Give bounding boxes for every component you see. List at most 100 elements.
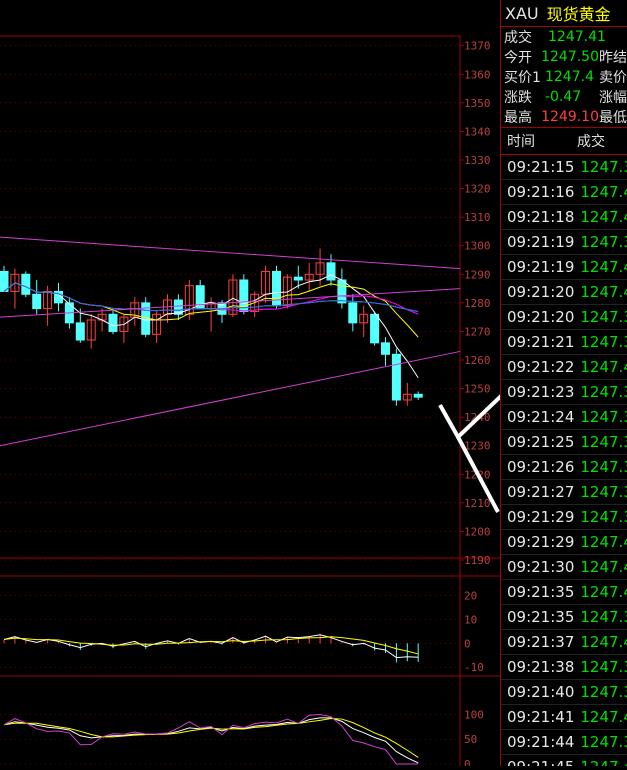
candle-body [370, 313, 380, 344]
ticks-header-time: 时间 [507, 134, 535, 150]
y-tick-label: 1270 [464, 325, 491, 338]
quote-label-secondary: 最低 [599, 110, 627, 126]
tick-row[interactable]: 09:21:22 1247.4 [501, 355, 627, 380]
y-tick-label: 1250 [464, 383, 491, 396]
tick-price: 1247.4 [580, 358, 627, 376]
tick-time: 09:21:22 [507, 358, 575, 376]
kdj-j-line [3, 713, 419, 765]
tick-row[interactable]: 09:21:40 1247.3 [501, 680, 627, 705]
chart-area[interactable]: 1370 1360 1350 1340 1330 1320 1310 1300 1290 1280… [0, 0, 522, 770]
quote-row: 今开 1247.50 昨结 [501, 47, 627, 67]
tick-row[interactable]: 09:21:21 1247.3 [501, 330, 627, 355]
y-tick-label: 1290 [464, 268, 491, 281]
candle-body [293, 276, 303, 281]
tick-time: 09:21:25 [507, 433, 575, 451]
tick-time: 09:21:29 [507, 533, 575, 551]
tick-row[interactable]: 09:21:44 1247.3 [501, 730, 627, 755]
tick-time: 09:21:20 [507, 283, 575, 301]
tick-row[interactable]: 09:21:20 1247.4 [501, 280, 627, 305]
ticks-header: 时间 成交 [501, 127, 627, 155]
tick-row[interactable]: 09:21:29 1247.4 [501, 530, 627, 555]
tick-row[interactable]: 09:21:25 1247.3 [501, 430, 627, 455]
tick-price: 1247.3 [580, 408, 627, 426]
tick-list[interactable]: 09:21:15 1247.3 09:21:16 1247.4 09:21:18 1247… [501, 155, 627, 766]
y-tick-label: 100 [464, 708, 484, 721]
tick-time: 09:21:18 [507, 208, 575, 226]
tick-time: 09:21:23 [507, 383, 575, 401]
y-tick-label: 1340 [464, 125, 491, 138]
tick-time: 09:21:37 [507, 633, 575, 651]
tick-row[interactable]: 09:21:35 1247.4 [501, 580, 627, 605]
tick-time: 09:21:24 [507, 408, 575, 426]
y-tick-label: 0 [464, 758, 471, 766]
tick-price: 1247.3 [580, 658, 627, 676]
kdj-d-line [3, 717, 419, 758]
quote-row: 成交 1247.41 [501, 27, 627, 47]
tick-price: 1247.3 [580, 483, 627, 501]
tick-price: 1247.4 [580, 208, 627, 226]
macd-dif-line [3, 634, 419, 659]
tick-time: 09:21:30 [507, 558, 575, 576]
y-tick-label: -10 [464, 661, 484, 674]
candle-body [75, 322, 85, 341]
tick-time: 09:21:21 [507, 333, 575, 351]
kdj-k-line [3, 717, 419, 764]
tick-price: 1247.4 [580, 633, 627, 651]
tick-time: 09:21:35 [507, 608, 575, 626]
tick-price: 1247.4 [580, 258, 627, 276]
candle-body [348, 302, 358, 324]
tick-price: 1247.3 [580, 333, 627, 351]
y-tick-label: 1370 [464, 40, 491, 53]
trendline [0, 350, 461, 447]
quote-label: 涨跌 [504, 90, 532, 106]
tick-price: 1247.4 [580, 583, 627, 601]
tick-price: 1247.4 [580, 183, 627, 201]
tick-price: 1247.4 [580, 533, 627, 551]
y-tick-label: 1330 [464, 154, 491, 167]
tick-price: 1247.3 [580, 433, 627, 451]
tick-row[interactable]: 09:21:27 1247.3 [501, 480, 627, 505]
tick-time: 09:21:35 [507, 583, 575, 601]
instrument-header[interactable]: XAU 现货黄金 [501, 0, 627, 27]
tick-row[interactable]: 09:21:41 1247.4 [501, 705, 627, 730]
quote-label: 最高 [504, 110, 532, 126]
tick-price: 1247.3 [580, 383, 627, 401]
tick-row[interactable]: 09:21:16 1247.4 [501, 180, 627, 205]
candle-body [337, 279, 347, 304]
instrument-code: XAU [505, 3, 539, 23]
candle-body [413, 393, 423, 398]
y-tick-label: 1190 [464, 554, 491, 567]
tick-row[interactable]: 09:21:37 1247.4 [501, 630, 627, 655]
y-tick-label: 1230 [464, 440, 491, 453]
tick-row[interactable]: 09:21:26 1247.3 [501, 455, 627, 480]
tick-price: 1247.4 [574, 758, 627, 766]
tick-row[interactable]: 09:21:20 1247.3 [501, 305, 627, 330]
tick-price: 1247.3 [580, 458, 627, 476]
tick-row[interactable]: 09:21:19 1247.3 [501, 230, 627, 255]
y-tick-label: 1260 [464, 354, 491, 367]
quote-label-secondary: 昨结 [599, 50, 627, 66]
tick-time: 09:21:19 [507, 258, 575, 276]
candle-body [21, 273, 31, 295]
quote-label-secondary: 涨幅 [599, 90, 627, 106]
tick-row[interactable]: 09:21:29 1247.3 [501, 505, 627, 530]
kline-chart[interactable]: 1370 1360 1350 1340 1330 1320 1310 1300 1290 1280… [0, 0, 522, 770]
y-tick-label: 20 [464, 590, 477, 603]
tick-row[interactable]: 09:21:30 1247.4 [501, 555, 627, 580]
tick-row[interactable]: 09:21:23 1247.3 [501, 380, 627, 405]
tick-row[interactable]: 09:21:15 1247.3 [501, 155, 627, 180]
quote-label: 买价1 [504, 70, 541, 86]
tick-row[interactable]: 09:21:24 1247.3 [501, 405, 627, 430]
tick-time: 09:21:16 [507, 183, 575, 201]
instrument-name: 现货黄金 [546, 5, 611, 24]
tick-row[interactable]: 09:21:38 1247.3 [501, 655, 627, 680]
quote-value: 1247.50 [541, 49, 599, 65]
candle-body [0, 270, 9, 292]
tick-time: 09:21:29 [507, 508, 575, 526]
tick-row[interactable]: 09:21:19 1247.4 [501, 255, 627, 280]
quote-label-secondary: 卖价 [599, 70, 627, 86]
tick-row[interactable]: 09:21:18 1247.4 [501, 205, 627, 230]
tick-row[interactable]: 09:21:451247.4 [501, 755, 627, 766]
tick-time: 09:21:41 [507, 708, 575, 726]
tick-row[interactable]: 09:21:35 1247.3 [501, 605, 627, 630]
